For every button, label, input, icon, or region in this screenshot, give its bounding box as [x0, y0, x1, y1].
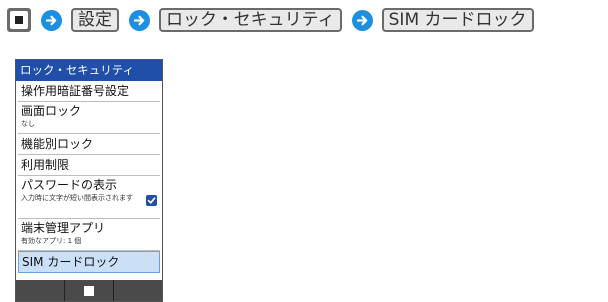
breadcrumb-step-label: 設定 [73, 10, 117, 30]
list-item-label: 利用制限 [21, 158, 70, 172]
breadcrumb-step-sim-card-lock: SIM カードロック [381, 8, 534, 32]
list-item-label: 端末管理アプリ [21, 221, 106, 235]
list-item-usage-restriction[interactable]: 利用制限 [18, 155, 160, 176]
list-item-label: 操作用暗証番号設定 [21, 84, 130, 98]
settings-list: 操作用暗証番号設定 画面ロック なし 機能別ロック 利用制限 パスワードの表示 … [16, 81, 162, 273]
list-item-summary: なし [21, 120, 35, 128]
list-item-show-password[interactable]: パスワードの表示 入力時に文字が短い間表示されます [18, 176, 160, 219]
list-item-label: 画面ロック [21, 104, 82, 118]
navigation-bar [16, 280, 162, 301]
nav-left-button[interactable] [16, 280, 64, 301]
nav-right-button[interactable] [113, 280, 162, 301]
list-item-label: 機能別ロック [21, 137, 94, 151]
nav-home-button[interactable] [64, 280, 113, 301]
list-item-feature-lock[interactable]: 機能別ロック [18, 134, 160, 155]
screen-title: ロック・セキュリティ [16, 60, 162, 81]
list-item-screen-lock[interactable]: 画面ロック なし [18, 102, 160, 134]
list-item-summary: 入力時に文字が短い間表示されます [21, 194, 133, 202]
breadcrumb-step-label: ロック・セキュリティ [161, 10, 340, 30]
checkmark-icon [147, 197, 156, 204]
show-password-checkbox[interactable] [146, 195, 157, 206]
list-item-summary: 有効なアプリ: 1 個 [21, 237, 82, 245]
list-item-device-admin-apps[interactable]: 端末管理アプリ 有効なアプリ: 1 個 [18, 219, 160, 251]
arrow-right-icon [351, 9, 373, 31]
list-item-operation-pin[interactable]: 操作用暗証番号設定 [18, 81, 160, 102]
breadcrumb-step-label: SIM カードロック [383, 10, 532, 30]
breadcrumb-step-settings: 設定 [71, 8, 119, 32]
list-item-label: パスワードの表示 [21, 178, 118, 192]
phone-screen: ロック・セキュリティ 操作用暗証番号設定 画面ロック なし 機能別ロック 利用制… [15, 59, 163, 302]
list-item-sim-card-lock[interactable]: SIM カードロック [18, 251, 160, 273]
home-square-icon [84, 285, 94, 296]
breadcrumb-step-lock-security: ロック・セキュリティ [159, 8, 342, 32]
arrow-right-icon [41, 9, 62, 31]
arrow-right-icon [129, 9, 150, 31]
home-key-icon [7, 8, 31, 32]
breadcrumb: 設定 ロック・セキュリティ SIM カードロック [7, 6, 534, 34]
list-item-label: SIM カードロック [22, 255, 120, 269]
